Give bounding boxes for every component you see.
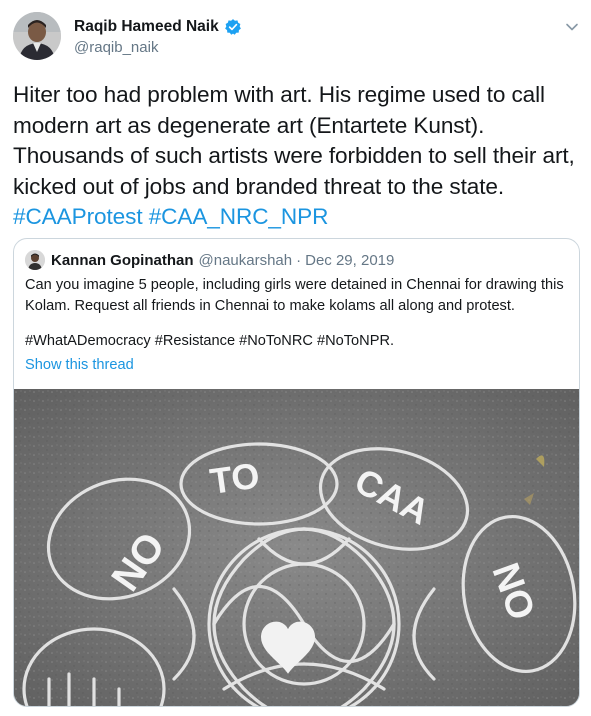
verified-badge-icon xyxy=(224,18,242,36)
author-avatar[interactable] xyxy=(13,12,61,60)
quoted-tweet-hashtags: #WhatADemocracy #Resistance #NoToNRC #No… xyxy=(25,333,395,349)
kolam-text-to: TO xyxy=(207,454,262,501)
quoted-tweet-header: Kannan Gopinathan @naukarshah · Dec 29, … xyxy=(25,250,394,270)
kolam-photo[interactable]: NO TO CAA NO xyxy=(14,389,579,706)
hashtag-link[interactable]: #CAAProtest xyxy=(13,204,143,229)
show-thread-link[interactable]: Show this thread xyxy=(25,355,134,376)
author-name[interactable]: Raqib Hameed Naik xyxy=(74,18,219,36)
tweet-text: Hiter too had problem with art. His regi… xyxy=(13,82,575,199)
quoted-tweet-text: Can you imagine 5 people, including girl… xyxy=(25,277,564,314)
quoted-tweet-date: Dec 29, 2019 xyxy=(305,251,395,269)
quoted-author-handle: @naukarshah xyxy=(198,251,293,269)
quoted-author-name: Kannan Gopinathan xyxy=(51,251,194,269)
chevron-down-icon[interactable] xyxy=(563,18,581,36)
author-handle[interactable]: @raqib_naik xyxy=(74,39,242,56)
hashtag-link[interactable]: #CAA_NRC_NPR xyxy=(149,204,329,229)
quoted-tweet[interactable]: Kannan Gopinathan @naukarshah · Dec 29, … xyxy=(13,238,580,707)
meta-separator: · xyxy=(296,251,302,269)
quoted-author-avatar xyxy=(25,250,45,270)
tweet-body: Hiter too had problem with art. His regi… xyxy=(13,80,579,233)
tweet-card: Raqib Hameed Naik @raqib_naik Hiter too … xyxy=(0,0,591,716)
author-block: Raqib Hameed Naik @raqib_naik xyxy=(74,16,242,56)
